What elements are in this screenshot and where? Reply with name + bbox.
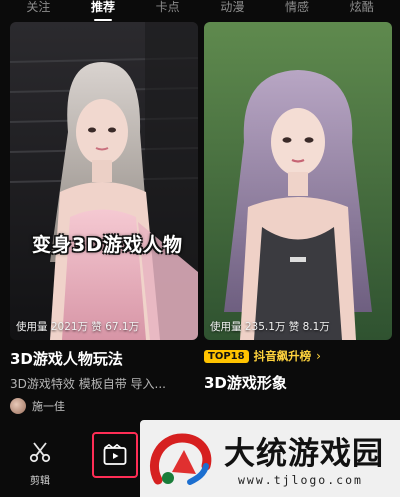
thumbnail-overlay-title: 变身3D游戏人物: [32, 234, 183, 256]
card-title[interactable]: 3D游戏人物玩法: [10, 348, 198, 369]
template-thumbnail[interactable]: 使用量 235.1万 赞 8.1万: [204, 22, 392, 340]
template-card[interactable]: 使用量 235.1万 赞 8.1万 TOP18 抖音飙升榜 › 3D游戏形象: [204, 22, 392, 393]
edit-button[interactable]: 剪辑: [22, 440, 58, 487]
category-tabs: 关注 推荐 卡点 动漫 情感 炫酷: [0, 0, 400, 20]
site-watermark: 大统游戏园 www.tjlogo.com: [140, 420, 400, 497]
card-description: 3D游戏特效 模板自带 导入...: [10, 377, 166, 391]
rank-tag[interactable]: TOP18 抖音飙升榜 ›: [204, 348, 392, 364]
thumbnail-image: [10, 22, 198, 340]
tab-cool[interactable]: 炫酷: [329, 1, 394, 13]
tab-recommended[interactable]: 推荐: [71, 1, 136, 13]
usage-stats: 使用量 235.1万 赞 8.1万: [210, 321, 330, 333]
video-clip-icon: [103, 444, 127, 465]
watermark-logo-icon: [149, 433, 212, 485]
tab-beat[interactable]: 卡点: [135, 1, 200, 13]
scissors-icon: [29, 442, 51, 463]
watermark-url: www.tjlogo.com: [238, 473, 363, 487]
template-thumbnail[interactable]: 变身3D游戏人物 使用量 2021万 赞 67.1万: [10, 22, 198, 340]
template-card[interactable]: 变身3D游戏人物 使用量 2021万 赞 67.1万 3D游戏人物玩法 3D游戏…: [10, 22, 198, 414]
card-title[interactable]: 3D游戏形象: [204, 372, 392, 393]
tab-emotion[interactable]: 情感: [265, 1, 330, 13]
template-button[interactable]: [92, 432, 138, 478]
rank-badge: TOP18: [204, 349, 249, 363]
tab-anime[interactable]: 动漫: [200, 1, 265, 13]
edit-label: 剪辑: [30, 476, 50, 487]
thumbnail-image: [204, 22, 392, 340]
chevron-right-icon: ›: [316, 349, 321, 363]
tab-follow[interactable]: 关注: [6, 1, 71, 13]
rank-label: 抖音飙升榜: [253, 349, 312, 363]
watermark-name: 大统游戏园: [224, 436, 384, 472]
usage-stats: 使用量 2021万 赞 67.1万: [16, 321, 140, 333]
